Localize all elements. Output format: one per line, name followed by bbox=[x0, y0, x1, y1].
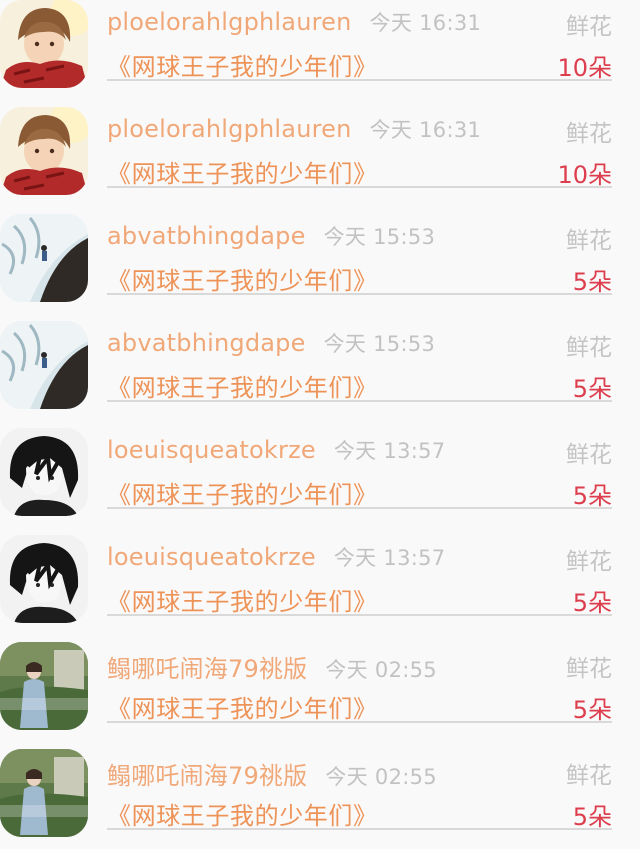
divider bbox=[107, 186, 612, 188]
divider bbox=[107, 721, 612, 723]
username[interactable]: abvatbhingdape 今天 15:53 bbox=[107, 221, 435, 251]
list-item[interactable]: abvatbhingdape 今天 15:53 鲜花 《网球王子我的少年们》 5朵 bbox=[0, 314, 640, 421]
gift-type: 鲜花 bbox=[566, 228, 612, 254]
gift-count: 10朵 bbox=[557, 161, 612, 189]
list-item[interactable]: loeuisqueatokrze 今天 13:57 鲜花 《网球王子我的少年们》 … bbox=[0, 421, 640, 528]
garden-girl-avatar[interactable] bbox=[0, 642, 88, 730]
gift-count: 5朵 bbox=[572, 803, 612, 831]
gift-type: 鲜花 bbox=[566, 121, 612, 147]
list-item[interactable]: loeuisqueatokrze 今天 13:57 鲜花 《网球王子我的少年们》 … bbox=[0, 528, 640, 635]
username[interactable]: loeuisqueatokrze 今天 13:57 bbox=[107, 542, 445, 572]
divider bbox=[107, 828, 612, 830]
boy-red-scarf-avatar[interactable] bbox=[0, 107, 88, 195]
gift-count: 5朵 bbox=[572, 696, 612, 724]
divider bbox=[107, 79, 612, 81]
username[interactable]: abvatbhingdape 今天 15:53 bbox=[107, 328, 435, 358]
book-title[interactable]: 《网球王子我的少年们》 bbox=[107, 689, 378, 724]
divider bbox=[107, 507, 612, 509]
timestamp: 今天 16:31 bbox=[369, 11, 482, 35]
gift-count: 5朵 bbox=[572, 482, 612, 510]
book-title[interactable]: 《网球王子我的少年们》 bbox=[107, 261, 378, 296]
username[interactable]: ploelorahlgphlauren 今天 16:31 bbox=[107, 7, 481, 37]
gift-type: 鲜花 bbox=[566, 14, 612, 40]
list-item[interactable]: ploelorahlgphlauren 今天 16:31 鲜花 《网球王子我的少年… bbox=[0, 100, 640, 207]
book-title[interactable]: 《网球王子我的少年们》 bbox=[107, 368, 378, 403]
gift-count: 5朵 bbox=[572, 589, 612, 617]
book-title[interactable]: 《网球王子我的少年们》 bbox=[107, 796, 378, 831]
timestamp: 今天 16:31 bbox=[369, 118, 482, 142]
seaside-figure-avatar[interactable] bbox=[0, 321, 88, 409]
gift-count: 5朵 bbox=[572, 268, 612, 296]
username[interactable]: 鳎哪吒闹海79祧版 今天 02:55 bbox=[107, 649, 437, 684]
divider bbox=[107, 400, 612, 402]
list-item[interactable]: abvatbhingdape 今天 15:53 鲜花 《网球王子我的少年们》 5朵 bbox=[0, 207, 640, 314]
timestamp: 今天 02:55 bbox=[325, 765, 437, 789]
gift-count: 10朵 bbox=[557, 54, 612, 82]
timestamp: 今天 13:57 bbox=[333, 439, 446, 463]
username[interactable]: ploelorahlgphlauren 今天 16:31 bbox=[107, 114, 481, 144]
list-item[interactable]: 鳎哪吒闹海79祧版 今天 02:55 鲜花 《网球王子我的少年们》 5朵 bbox=[0, 635, 640, 742]
gift-type: 鲜花 bbox=[566, 763, 612, 789]
list-item[interactable]: 鳎哪吒闹海79祧版 今天 02:55 鲜花 《网球王子我的少年们》 5朵 bbox=[0, 742, 640, 849]
list-item[interactable]: ploelorahlgphlauren 今天 16:31 鲜花 《网球王子我的少年… bbox=[0, 0, 640, 100]
book-title[interactable]: 《网球王子我的少年们》 bbox=[107, 582, 378, 617]
gift-type: 鲜花 bbox=[566, 442, 612, 468]
garden-girl-avatar[interactable] bbox=[0, 749, 88, 837]
gift-type: 鲜花 bbox=[566, 335, 612, 361]
seaside-figure-avatar[interactable] bbox=[0, 214, 88, 302]
boy-red-scarf-avatar[interactable] bbox=[0, 0, 88, 88]
gift-type: 鲜花 bbox=[566, 549, 612, 575]
book-title[interactable]: 《网球王子我的少年们》 bbox=[107, 47, 378, 82]
book-title[interactable]: 《网球王子我的少年们》 bbox=[107, 475, 378, 510]
timestamp: 今天 02:55 bbox=[325, 658, 437, 682]
username[interactable]: 鳎哪吒闹海79祧版 今天 02:55 bbox=[107, 756, 437, 791]
monochrome-anime-avatar[interactable] bbox=[0, 535, 88, 623]
divider bbox=[107, 293, 612, 295]
timestamp: 今天 13:57 bbox=[333, 546, 446, 570]
username[interactable]: loeuisqueatokrze 今天 13:57 bbox=[107, 435, 445, 465]
monochrome-anime-avatar[interactable] bbox=[0, 428, 88, 516]
divider bbox=[107, 614, 612, 616]
book-title[interactable]: 《网球王子我的少年们》 bbox=[107, 154, 378, 189]
timestamp: 今天 15:53 bbox=[323, 332, 436, 356]
timestamp: 今天 15:53 bbox=[323, 225, 436, 249]
gift-type: 鲜花 bbox=[566, 656, 612, 682]
gift-record-list: ploelorahlgphlauren 今天 16:31 鲜花 《网球王子我的少年… bbox=[0, 0, 640, 849]
gift-count: 5朵 bbox=[572, 375, 612, 403]
